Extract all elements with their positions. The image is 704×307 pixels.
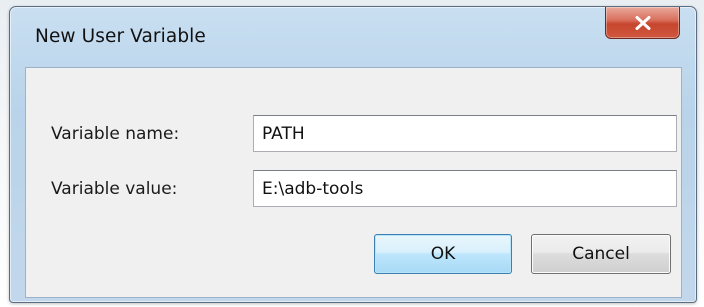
ok-button[interactable]: OK <box>374 234 512 274</box>
variable-name-input[interactable] <box>253 115 677 152</box>
variable-value-label: Variable value: <box>51 179 178 199</box>
dialog-window: New User Variable Variable name: Variabl… <box>9 6 697 303</box>
screen: New User Variable Variable name: Variabl… <box>0 0 704 307</box>
cancel-button[interactable]: Cancel <box>531 234 671 274</box>
close-icon <box>635 15 650 30</box>
close-button[interactable] <box>605 7 680 39</box>
dialog-title: New User Variable <box>35 26 206 47</box>
variable-value-input[interactable] <box>253 170 677 207</box>
variable-name-label: Variable name: <box>51 124 180 144</box>
title-bar[interactable]: New User Variable <box>10 7 696 59</box>
dialog-client-area: Variable name: Variable value: OK Cancel <box>25 67 682 298</box>
